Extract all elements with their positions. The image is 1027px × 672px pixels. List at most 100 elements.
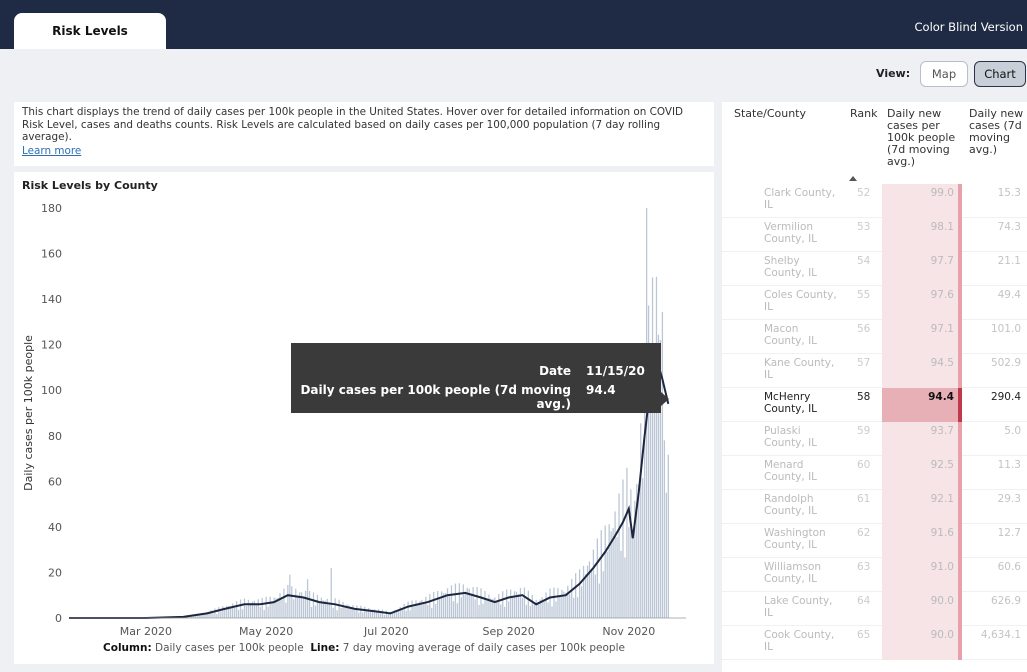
table-row[interactable]: Macon County, IL 56 97.1 101.0 — [722, 320, 1027, 354]
county-name: Coles County, IL — [764, 289, 837, 313]
daily-cases-bar — [413, 606, 415, 618]
daily-cases-bar — [454, 583, 457, 618]
rate-bar — [958, 490, 962, 524]
tooltip-date-label: Date — [539, 364, 571, 378]
table-row[interactable]: Kane County, IL 57 94.5 502.9 — [722, 354, 1027, 388]
daily-cases-bar — [521, 597, 524, 618]
daily-cases-bar — [620, 550, 622, 618]
daily-cases-bar — [265, 596, 267, 618]
daily-cases-bar — [216, 613, 218, 618]
table-row[interactable]: Coles County, IL 55 97.6 49.4 — [722, 286, 1027, 320]
rate-bar — [958, 286, 962, 320]
table-row[interactable]: McHenry County, IL 58 94.4 290.4 — [722, 388, 1027, 422]
daily-cases-bar — [401, 609, 403, 618]
table-row[interactable]: Pulaski County, IL 59 93.7 5.0 — [722, 422, 1027, 456]
daily-cases-bar — [472, 587, 474, 618]
daily-cases-bar — [480, 588, 482, 618]
daily-cases-bar — [456, 603, 459, 618]
tab-risk-levels[interactable]: Risk Levels — [14, 13, 166, 49]
county-rank: 54 — [857, 255, 871, 267]
table-row[interactable]: Washington County, IL 62 91.6 12.7 — [722, 524, 1027, 558]
table-row[interactable]: Vermilion County, IL 53 98.1 74.3 — [722, 218, 1027, 252]
daily-cases-bar — [340, 607, 342, 618]
daily-rate-cell: 97.6 — [882, 286, 962, 320]
county-name: Menard County, IL — [764, 459, 818, 483]
learn-more-link[interactable]: Learn more — [22, 145, 81, 158]
rate-bar — [958, 184, 962, 218]
chart-legend: Column: Daily cases per 100k people Line… — [14, 642, 714, 654]
chart-view-button[interactable]: Chart — [974, 61, 1026, 87]
county-name: Washington County, IL — [764, 527, 826, 551]
daily-cases-bar — [302, 596, 305, 618]
daily-cases-bar — [338, 599, 340, 618]
header-rank[interactable]: Rank — [850, 108, 877, 120]
table-row[interactable]: Shelby County, IL 54 97.7 21.1 — [722, 252, 1027, 286]
daily-cases-bar — [287, 584, 289, 618]
risk-level-chart[interactable]: 0 20 40 60 80 100 120 140 160 180 Mar 2020 May 2020… — [14, 172, 714, 664]
rate-bar — [958, 320, 962, 354]
table-row[interactable]: Clark County, IL 52 99.0 15.3 — [722, 184, 1027, 218]
daily-cases-bar — [496, 601, 498, 618]
daily-cases-bar — [535, 599, 537, 618]
daily-cases-bar — [594, 574, 597, 618]
y-tick-label: 60 — [48, 475, 62, 488]
daily-cases-bar — [551, 606, 553, 618]
color-blind-version-link[interactable]: Color Blind Version — [915, 20, 1024, 34]
daily-cases-bar — [438, 598, 441, 618]
table-row[interactable]: Williamson County, IL 63 91.0 60.6 — [722, 558, 1027, 592]
daily-cases-bar — [259, 607, 261, 618]
daily-cases-bar — [304, 590, 307, 618]
table-row[interactable]: Menard County, IL 60 92.5 11.3 — [722, 456, 1027, 490]
daily-cases-bar — [423, 602, 425, 618]
daily-cases-bar — [354, 610, 356, 618]
view-label: View: — [876, 67, 911, 80]
daily-cases-bar — [580, 586, 583, 618]
daily-rate-cell: 92.5 — [882, 456, 962, 490]
daily-cases-bar — [588, 561, 591, 618]
rate-bar — [958, 558, 962, 592]
daily-rate-cell: 98.1 — [882, 218, 962, 252]
daily-cases-bar — [506, 589, 508, 618]
daily-cases-bar — [427, 605, 429, 618]
daily-rate-cell: 93.7 — [882, 422, 962, 456]
table-row[interactable]: Cook County, IL 65 90.0 4,634.1 — [722, 626, 1027, 660]
daily-cases-bar — [224, 608, 226, 618]
table-row[interactable]: Randolph County, IL 61 92.1 29.3 — [722, 490, 1027, 524]
daily-rate-cell: 94.5 — [882, 354, 962, 388]
chart-description: This chart displays the trend of daily c… — [14, 102, 714, 166]
header-state-county[interactable]: State/County — [734, 108, 806, 120]
county-rank: 53 — [857, 221, 871, 233]
daily-cases-bar — [358, 612, 360, 618]
daily-cases-bar — [555, 601, 557, 618]
daily-cases-bar — [446, 588, 449, 618]
daily-cases-bar — [486, 600, 488, 618]
daily-rate-cell: 91.6 — [882, 524, 962, 558]
daily-cases-bar — [243, 598, 246, 618]
daily-cases-bar — [507, 601, 510, 618]
header-daily-rate[interactable]: Daily new cases per 100k people (7d movi… — [887, 108, 961, 168]
daily-cases-bar — [576, 597, 579, 618]
daily-cases-bar — [584, 574, 587, 618]
daily-cases-bar — [450, 585, 453, 618]
daily-rate-value: 90.0 — [930, 629, 954, 641]
county-rank: 52 — [857, 187, 871, 199]
sort-ascending-icon[interactable] — [849, 176, 857, 181]
chart-tooltip: Date 11/15/20 Daily cases per 100k peopl… — [291, 343, 661, 413]
daily-cases-bar — [598, 583, 600, 618]
header-daily-cases[interactable]: Daily new cases (7d moving avg.) — [969, 108, 1025, 156]
daily-cases-bar — [431, 607, 433, 618]
table-row[interactable]: Lake County, IL 64 90.0 626.9 — [722, 592, 1027, 626]
daily-cases-bar — [344, 606, 346, 618]
daily-rate-value: 98.1 — [930, 221, 954, 233]
top-navigation-bar: Risk Levels Color Blind Version — [0, 0, 1027, 49]
map-view-button[interactable]: Map — [920, 61, 968, 87]
y-tick-label: 80 — [48, 430, 62, 443]
daily-cases-bar — [565, 592, 567, 618]
daily-cases-value: 74.3 — [997, 221, 1021, 233]
daily-cases-bar — [273, 597, 275, 618]
county-name: Clark County, IL — [764, 187, 836, 211]
daily-cases-bar — [334, 598, 336, 618]
daily-cases-bar — [255, 604, 257, 618]
county-rank: 63 — [857, 561, 871, 573]
daily-cases-bar — [553, 587, 555, 618]
